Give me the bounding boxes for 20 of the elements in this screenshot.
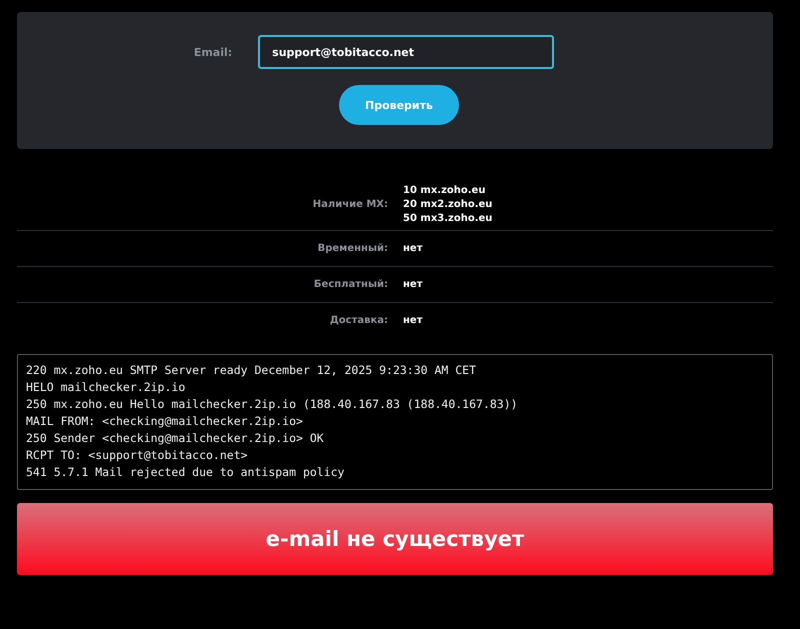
log-line: HELO mailchecker.2ip.io [26,380,186,395]
mx-record: 20 mx2.zoho.eu [403,199,494,210]
detail-label: Наличие MX: [312,199,388,210]
log-line: 220 mx.zoho.eu SMTP Server ready December 12, 2025 9:23:30 AM CET [26,363,478,378]
mx-record: 10 mx.zoho.eu [403,185,486,196]
detail-label: Временный: [316,243,388,254]
detail-value: нет [403,243,424,254]
email-input[interactable]: support@tobitacco.net [258,35,554,69]
detail-value: нет [403,279,424,290]
mx-record: 50 mx3.zoho.eu [403,213,494,224]
log-line: MAIL FROM: <checking@mailchecker.2ip.io> [26,414,304,429]
detail-value: нет [403,315,424,326]
log-line: RCPT TO: <support@tobitacco.net> [26,448,249,463]
log-line: 250 Sender <checking@mailchecker.2ip.io> OK [26,431,325,446]
log-line: 250 mx.zoho.eu Hello mailchecker.2ip.io (188.40.167.83 (188.40.167.83)) [26,397,519,412]
email-label: Email: [194,46,232,58]
log-line: 541 5.7.1 Mail rejected due to antispam policy [26,465,346,480]
detail-label: Бесплатный: [312,279,388,290]
result-banner: e-mail не существует [17,503,773,575]
detail-label: Доставка: [328,315,388,326]
